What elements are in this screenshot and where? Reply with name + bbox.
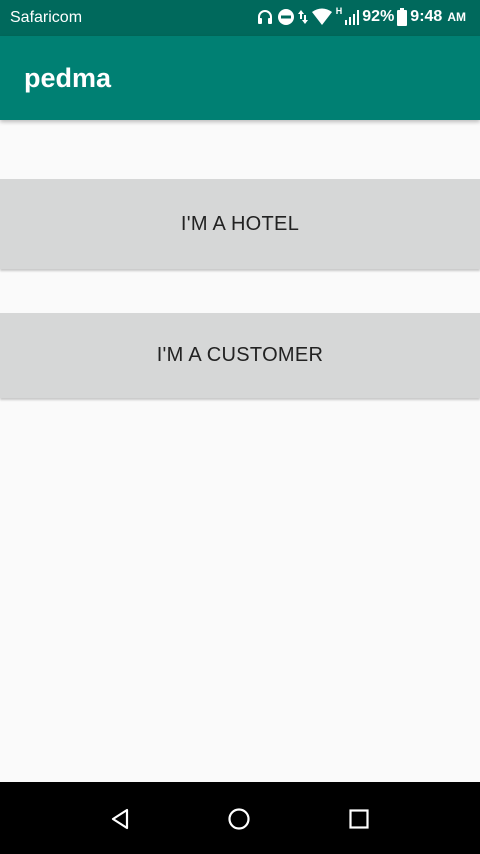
customer-button[interactable]: I'M A CUSTOMER (0, 313, 480, 398)
battery-icon (397, 8, 408, 26)
recent-apps-square-icon (349, 809, 369, 829)
clock-ampm: AM (447, 10, 466, 24)
status-icons: H 92% 9:48 AM (256, 6, 466, 26)
carrier-name: Safaricom (10, 9, 83, 26)
navigation-bar (0, 782, 480, 854)
status-bar: Safaricom H 92% 9:48 AM (0, 0, 480, 36)
back-triangle-icon (111, 808, 129, 830)
network-type: H (335, 6, 343, 16)
clock-time: 9:48 (410, 8, 443, 25)
home-button[interactable] (226, 806, 252, 832)
back-button[interactable] (107, 806, 133, 832)
headphones-icon (256, 8, 274, 26)
battery-percent: 92% (362, 8, 395, 25)
data-transfer-icon (297, 8, 308, 26)
do-not-disturb-icon (277, 8, 295, 26)
hotel-button[interactable]: I'M A HOTEL (0, 179, 480, 269)
recent-apps-button[interactable] (346, 806, 372, 832)
signal-icon (345, 9, 360, 25)
app-title: pedma (24, 63, 112, 93)
wifi-icon (311, 8, 333, 26)
app-bar: pedma (0, 36, 480, 120)
home-circle-icon (228, 808, 250, 830)
